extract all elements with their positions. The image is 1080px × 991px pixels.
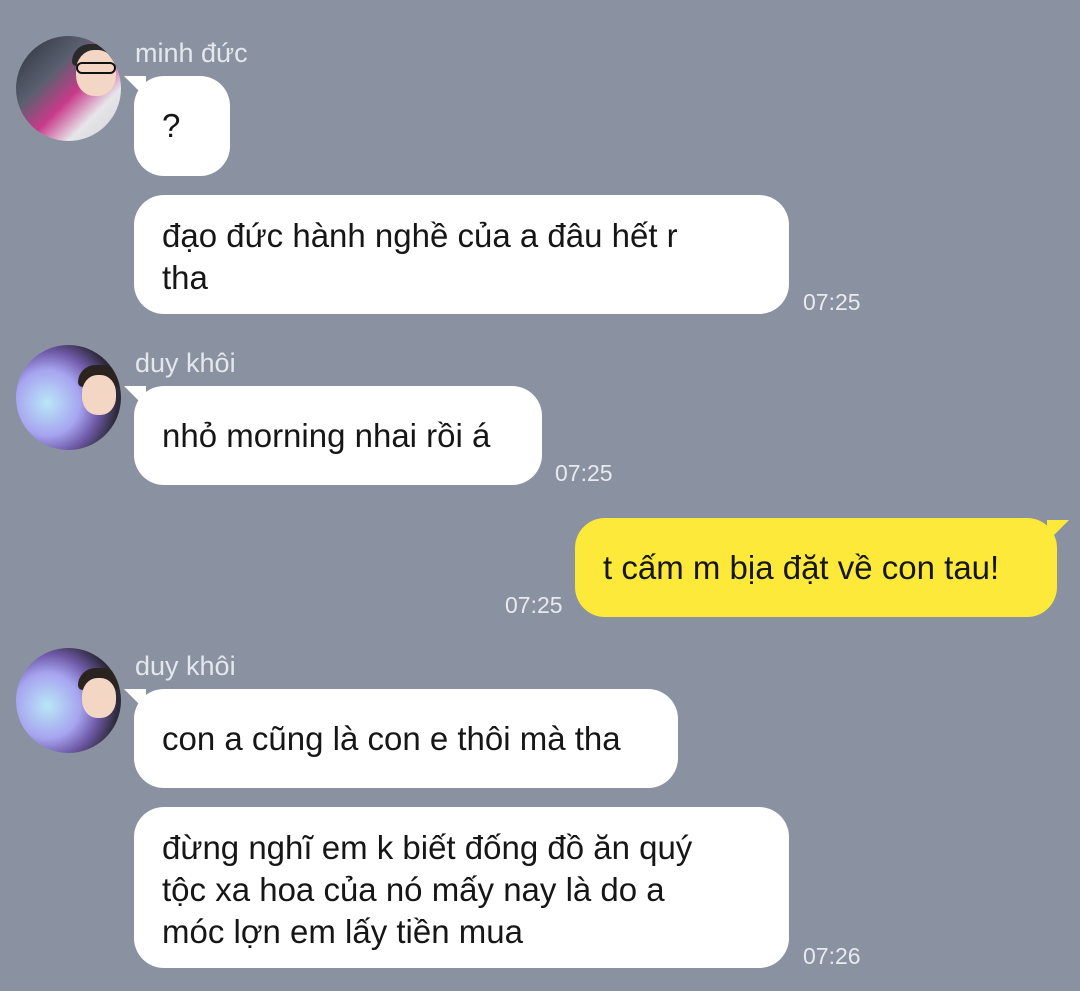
- avatar-duy-khoi[interactable]: [16, 345, 121, 450]
- avatar-minh-duc[interactable]: [16, 36, 121, 141]
- avatar-glasses: [76, 62, 116, 74]
- message-time: 07:25: [803, 289, 861, 315]
- sender-name: duy khôi: [135, 348, 236, 378]
- message-bubble[interactable]: đạo đức hành nghề của a đâu hết r tha: [134, 195, 789, 314]
- message-bubble[interactable]: con a cũng là con e thôi mà tha: [134, 689, 678, 788]
- sender-name: duy khôi: [135, 651, 236, 681]
- message-time: 07:26: [803, 943, 861, 969]
- avatar-duy-khoi[interactable]: [16, 648, 121, 753]
- message-text: t cấm m bịa đặt về con tau!: [603, 548, 1000, 586]
- sender-name: minh đức: [135, 38, 248, 68]
- message-text: ?: [162, 107, 181, 144]
- message-time: 07:25: [505, 592, 563, 618]
- message-text: đừng nghĩ em k biết đống đồ ăn quý tộc x…: [162, 829, 693, 950]
- message-text: đạo đức hành nghề của a đâu hết r tha: [162, 217, 678, 296]
- message-text: nhỏ morning nhai rồi á: [162, 416, 491, 454]
- outgoing-message-bubble[interactable]: t cấm m bịa đặt về con tau!: [575, 518, 1057, 617]
- message-time: 07:25: [555, 460, 613, 486]
- message-bubble[interactable]: đừng nghĩ em k biết đống đồ ăn quý tộc x…: [134, 807, 789, 968]
- message-bubble[interactable]: ?: [134, 76, 230, 176]
- message-bubble[interactable]: nhỏ morning nhai rồi á: [134, 386, 542, 485]
- avatar-face: [82, 678, 116, 718]
- bubble-tail: [1047, 520, 1069, 542]
- avatar-face: [82, 375, 116, 415]
- message-text: con a cũng là con e thôi mà tha: [162, 719, 621, 757]
